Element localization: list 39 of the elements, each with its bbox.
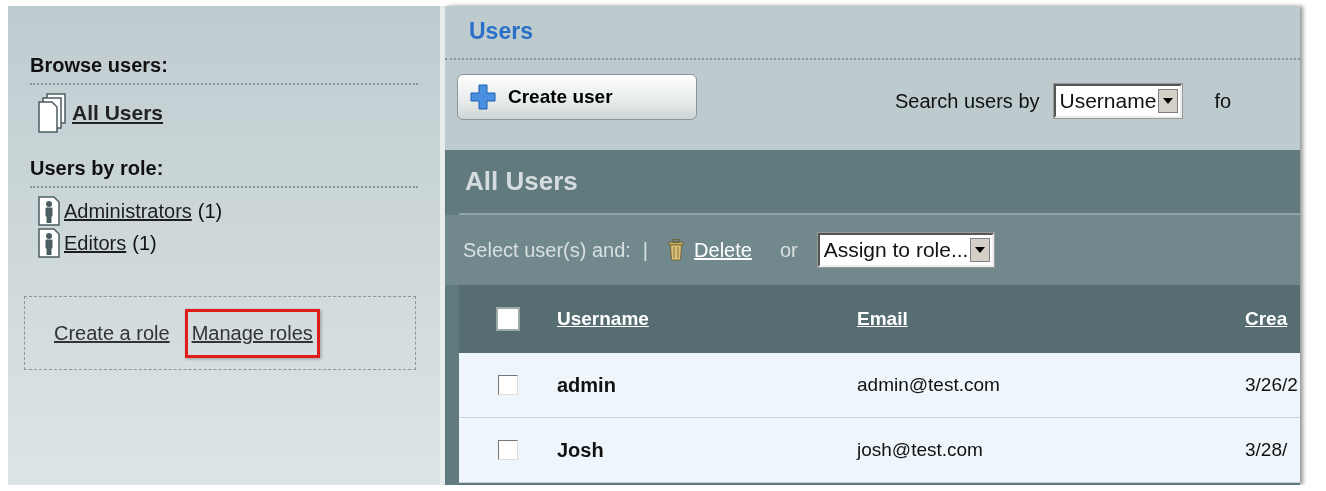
section-heading: Browse users: [30, 54, 169, 77]
user-group-link[interactable]: Administrators [64, 199, 192, 223]
column-header-link[interactable]: Email [857, 308, 1245, 330]
person-document-icon [38, 196, 60, 226]
table-cell: 3/26/2 [1245, 374, 1298, 396]
document-stack-icon [38, 93, 68, 133]
user-count: (1) [132, 231, 157, 255]
role-action-link[interactable]: Create a role [47, 308, 177, 358]
create-user-button[interactable]: Create user [457, 74, 697, 120]
table-cell-text: admin [557, 373, 617, 397]
user-group-link[interactable]: Editors [64, 231, 127, 255]
table-cell-text: admin@test.com [857, 374, 1001, 396]
role-action-link[interactable]: Manage roles [184, 308, 320, 358]
caret-icon [970, 238, 991, 262]
table-cell: 3/28/ [1245, 439, 1288, 461]
page-title: Users [469, 17, 534, 45]
select-all-checkbox[interactable] [496, 307, 520, 331]
toolbar-label: or [779, 238, 798, 262]
person-document-icon [38, 228, 60, 258]
plus-icon [470, 84, 496, 110]
search-label: Search users by [895, 89, 1040, 113]
table-cell-text: josh@test.com [857, 439, 984, 461]
delete-link[interactable]: Delete [694, 238, 752, 262]
section-heading: Users by role: [30, 157, 165, 180]
user-group-link[interactable]: All Users [72, 101, 164, 125]
column-header-link[interactable]: Crea [1245, 308, 1288, 330]
search-by-select[interactable]: Username [1053, 84, 1183, 118]
toolbar-label: Select user(s) and: [463, 238, 631, 262]
panel-title: All Users [464, 165, 579, 197]
search-label: fo [1214, 89, 1232, 113]
toolbar-separator: | [642, 238, 649, 262]
user-count: (1) [197, 199, 223, 223]
assign-role-select[interactable]: Assign to role... [817, 233, 995, 267]
table-cell-text: Josh [557, 438, 605, 462]
column-header-link[interactable]: Username [557, 308, 857, 330]
row-checkbox[interactable] [498, 440, 518, 460]
trash-icon [668, 239, 685, 261]
caret-icon [1158, 89, 1179, 113]
row-checkbox[interactable] [498, 375, 518, 395]
